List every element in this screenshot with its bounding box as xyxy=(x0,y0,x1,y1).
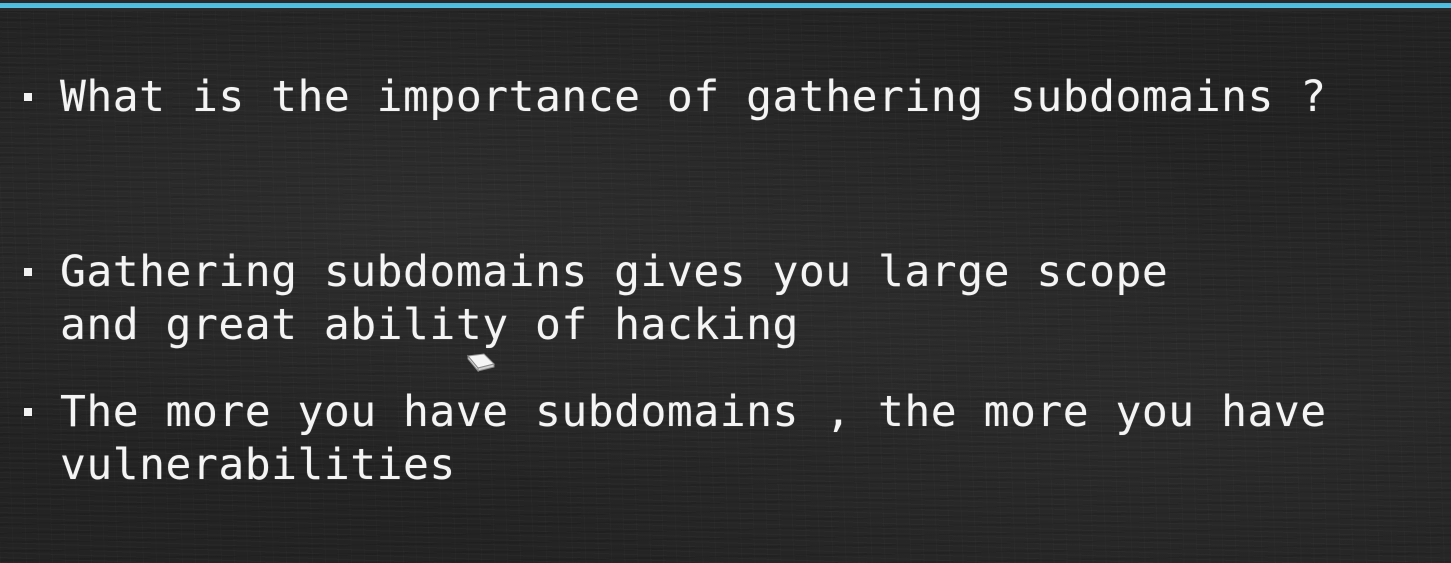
top-accent-bar xyxy=(0,0,1451,11)
square-bullet-icon xyxy=(24,268,32,276)
bullet-text-2: Gathering subdomains gives you large sco… xyxy=(60,247,1169,350)
bullet-text-3: The more you have subdomains , the more … xyxy=(60,387,1327,490)
bullet-marker xyxy=(20,246,60,299)
eraser-cursor-icon xyxy=(467,353,495,372)
bullet-item-3: The more you have subdomains , the more … xyxy=(20,386,1420,492)
bullet-text-1: What is the importance of gathering subd… xyxy=(60,72,1327,122)
bullet-marker xyxy=(20,386,60,439)
bullet-item-1: What is the importance of gathering subd… xyxy=(20,71,1420,124)
square-bullet-icon xyxy=(24,408,32,416)
bullet-marker xyxy=(20,71,60,124)
square-bullet-icon xyxy=(24,93,32,101)
slide: What is the importance of gathering subd… xyxy=(0,0,1451,563)
bullet-item-2: Gathering subdomains gives you large sco… xyxy=(20,246,1420,352)
